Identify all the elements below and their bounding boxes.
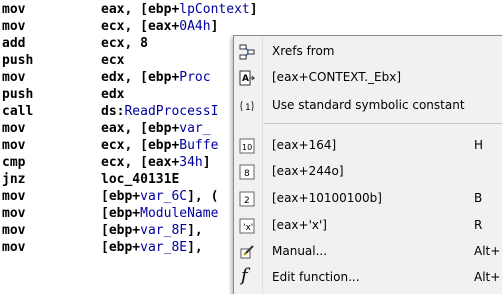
menu-item-label: [eax+164]: [272, 138, 337, 152]
operand: eax, [ebp+var_: [101, 121, 211, 136]
context-menu: Xrefs from A [eax+CONTEXT._Ebx] 1 Use st…: [233, 35, 502, 294]
operand: ecx, [eax+0A4h]: [101, 19, 219, 34]
manual-icon: [239, 244, 255, 260]
operand: ds:ReadProcessI: [101, 104, 219, 119]
operand: ecx, [ebp+Buffe: [101, 138, 219, 153]
mnemonic: jnz: [2, 172, 26, 187]
operand: [ebp+var_6C], (: [101, 189, 219, 204]
mnemonic: mov: [2, 70, 26, 85]
menu-item-label: [eax+244o]: [272, 164, 344, 178]
operand: ecx, [eax+34h]: [101, 155, 211, 170]
menu-item-decimal[interactable]: 10 [eax+164] H: [234, 134, 502, 158]
menu-item-shortcut: H: [474, 138, 484, 152]
menu-item-label: [eax+10100100b]: [272, 191, 382, 205]
menu-item-edit-function[interactable]: f Edit function... Alt+: [234, 266, 502, 290]
struct-offset-icon: A: [239, 70, 256, 86]
menu-item-label: [eax+CONTEXT._Ebx]: [272, 70, 401, 84]
decimal-icon: 10: [239, 138, 255, 154]
svg-text:10: 10: [242, 143, 252, 152]
menu-item-shortcut: B: [474, 191, 483, 205]
operand: edx: [101, 87, 125, 102]
menu-item-symbolic-constant[interactable]: 1 Use standard symbolic constant: [234, 94, 502, 118]
operand: ecx: [101, 53, 125, 68]
binary-icon: 2: [239, 191, 255, 207]
xrefs-icon: [239, 44, 255, 60]
mnemonic: mov: [2, 240, 26, 255]
mnemonic: push: [2, 53, 34, 68]
mnemonic: cmp: [2, 155, 26, 170]
mnemonic: mov: [2, 223, 26, 238]
menu-item-manual[interactable]: Manual... Alt+: [234, 240, 502, 264]
svg-text:1: 1: [245, 103, 251, 113]
menu-item-label: Xrefs from: [272, 44, 335, 58]
mnemonic: mov: [2, 19, 26, 34]
menu-item-character[interactable]: 'x' [eax+'x'] R: [234, 214, 502, 238]
mnemonic: call: [2, 104, 34, 119]
menu-item-shortcut: Alt+: [474, 270, 501, 284]
menu-item-label: [eax+'x']: [272, 218, 327, 232]
svg-text:2: 2: [244, 196, 250, 206]
menu-separator: [264, 123, 502, 124]
svg-text:8: 8: [244, 169, 250, 179]
operand: ecx, 8: [101, 36, 148, 51]
operand: eax, [ebp+lpContext]: [101, 2, 258, 17]
symbolic-constant-icon: 1: [239, 98, 255, 114]
mnemonic: add: [2, 36, 26, 51]
operand: [ebp+var_8E],: [101, 240, 211, 255]
menu-item-shortcut: Alt+: [474, 244, 501, 258]
operand: [ebp+ModuleName: [101, 206, 219, 221]
svg-text:A: A: [242, 74, 249, 84]
disasm-line[interactable]: mov eax, [ebp+lpContext]: [2, 1, 502, 18]
menu-item-struct-offset[interactable]: A [eax+CONTEXT._Ebx]: [234, 66, 502, 90]
disasm-line[interactable]: mov ecx, [eax+0A4h]: [2, 18, 502, 35]
mnemonic: mov: [2, 189, 26, 204]
menu-item-octal[interactable]: 8 [eax+244o]: [234, 160, 502, 184]
octal-icon: 8: [239, 164, 255, 180]
operand: loc_40131E: [101, 172, 180, 187]
menu-item-binary[interactable]: 2 [eax+10100100b] B: [234, 187, 502, 211]
operand: edx, [ebp+Proc: [101, 70, 211, 85]
mnemonic: mov: [2, 138, 26, 153]
menu-item-label: Manual...: [272, 244, 328, 258]
svg-text:'x': 'x': [243, 223, 253, 233]
mnemonic: mov: [2, 206, 26, 221]
char-icon: 'x': [239, 218, 255, 234]
operand: [ebp+var_8F],: [101, 223, 211, 238]
menu-item-label: Use standard symbolic constant: [272, 98, 465, 112]
mnemonic: mov: [2, 2, 26, 17]
menu-item-shortcut: R: [474, 218, 483, 232]
mnemonic: push: [2, 87, 34, 102]
menu-item-xrefs-from[interactable]: Xrefs from: [234, 40, 502, 64]
function-icon: f: [241, 265, 248, 286]
menu-item-label: Edit function...: [272, 270, 360, 284]
mnemonic: mov: [2, 121, 26, 136]
